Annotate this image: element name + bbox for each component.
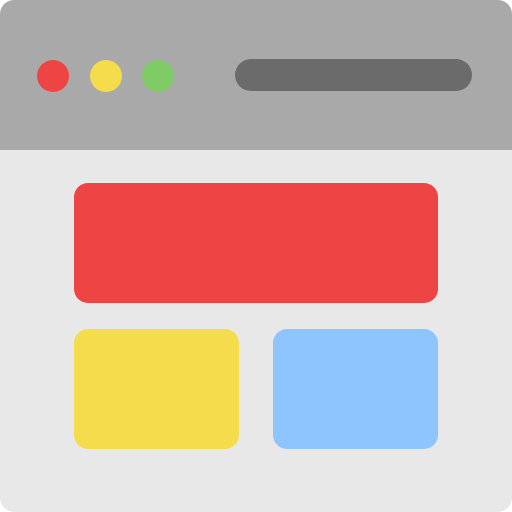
- content-block-right: [273, 329, 438, 449]
- maximize-dot: [142, 60, 174, 92]
- hero-block: [74, 183, 438, 303]
- address-bar: [235, 59, 472, 91]
- minimize-dot: [90, 60, 122, 92]
- close-dot: [37, 60, 69, 92]
- content-block-left: [74, 329, 239, 449]
- browser-window-icon: [0, 0, 512, 512]
- window-titlebar: [0, 0, 512, 150]
